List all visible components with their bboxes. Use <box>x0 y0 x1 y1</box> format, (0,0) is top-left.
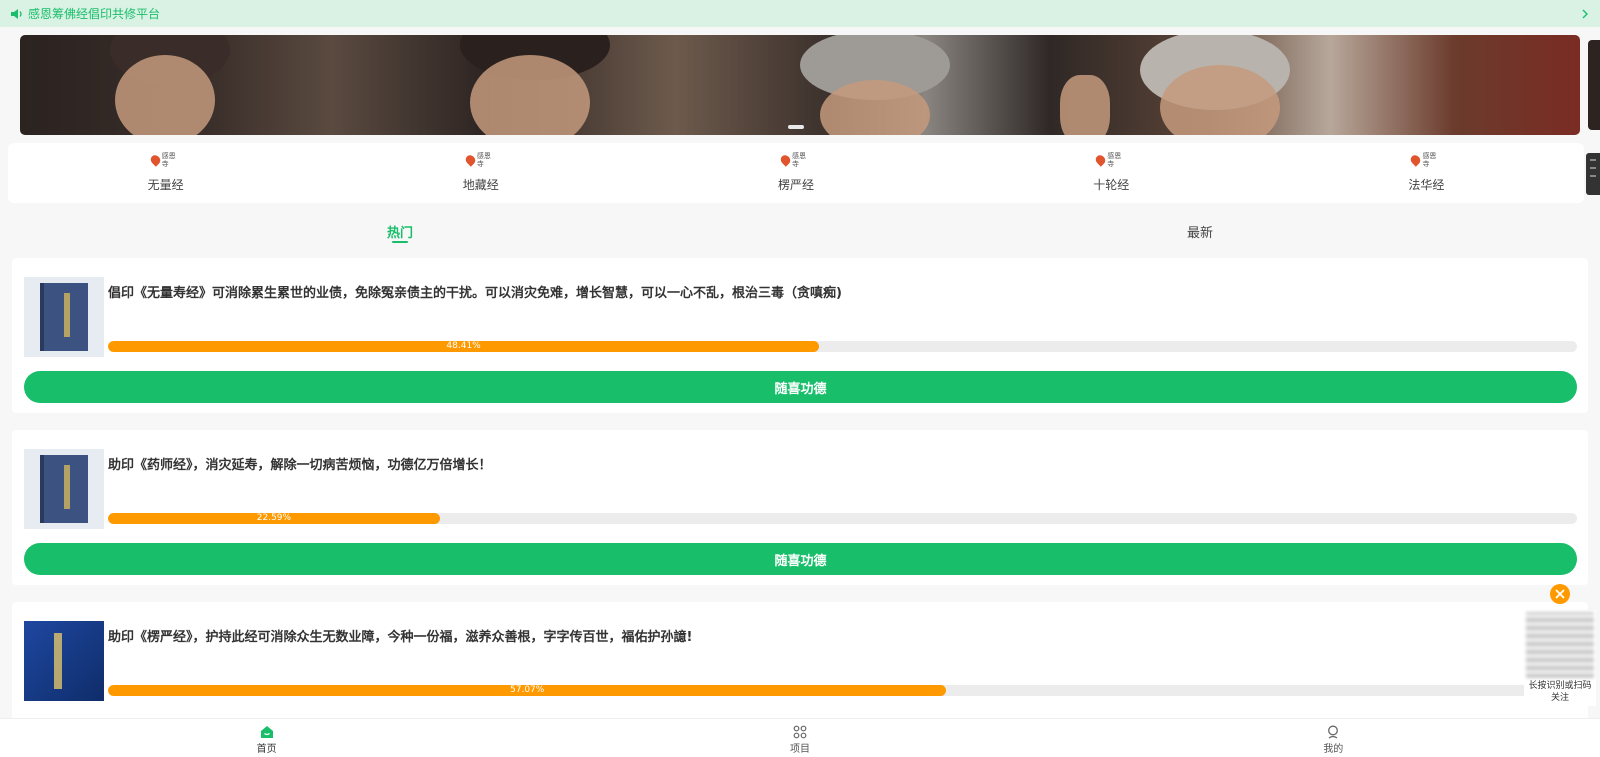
grid-icon <box>793 725 807 739</box>
category-item[interactable]: 感恩寺 楞严经 <box>638 143 953 203</box>
progress-label: 57.07% <box>510 685 545 695</box>
progress-bar: 57.07% <box>108 685 1577 696</box>
sutra-cover-image <box>24 449 104 529</box>
qr-caption-follow: 关注 <box>1550 693 1569 703</box>
banner-carousel[interactable] <box>20 35 1580 135</box>
category-item[interactable]: 感恩寺 无量经 <box>8 143 323 203</box>
sutra-cover-image <box>24 277 104 357</box>
category-item[interactable]: 感恩寺 十轮经 <box>954 143 1269 203</box>
close-icon[interactable] <box>1550 584 1570 604</box>
category-nav: 感恩寺 无量经 感恩寺 地藏经 感恩寺 楞严经 感恩寺 十轮经 感恩寺 法华经 <box>8 143 1584 203</box>
progress-bar: 48.41% <box>108 341 1577 352</box>
project-title: 倡印《无量寿经》可消除累生累世的业债，免除冤亲债主的干扰。可以消灾免难，增长智慧… <box>108 286 842 301</box>
tab-hot[interactable]: 热门 <box>0 215 800 251</box>
home-icon <box>260 726 273 738</box>
notice-text: 感恩筹佛经倡印共修平台 <box>28 7 161 21</box>
sutra-cover-image <box>24 621 104 701</box>
nav-home[interactable]: 首页 <box>0 719 533 757</box>
temple-logo-icon: 感恩寺 <box>463 152 496 168</box>
user-icon <box>1328 725 1339 739</box>
chevron-right-icon[interactable] <box>1580 8 1590 20</box>
category-label: 十轮经 <box>1093 178 1130 192</box>
project-card[interactable]: 倡印《无量寿经》可消除累生累世的业债，免除冤亲债主的干扰。可以消灾免难，增长智慧… <box>12 258 1588 413</box>
category-label: 无量经 <box>147 178 184 192</box>
qr-caption: 长按识别或扫码 <box>1528 681 1592 691</box>
category-label: 楞严经 <box>778 178 815 192</box>
progress-label: 48.41% <box>446 341 481 351</box>
temple-logo-icon: 感恩寺 <box>1093 152 1126 168</box>
category-item[interactable]: 感恩寺 法华经 <box>1269 143 1584 203</box>
temple-logo-icon: 感恩寺 <box>778 152 811 168</box>
nav-mine[interactable]: 我的 <box>1067 719 1600 757</box>
project-title: 助印《药师经》，消灾延寿，解除一切病苦烦恼，功德亿万倍增长！ <box>108 458 492 473</box>
project-title: 助印《楞严经》，护持此经可消除众生无数业障，今种一份福，滋养众善根，字字传百世，… <box>108 630 693 645</box>
temple-logo-icon: 感恩寺 <box>148 152 181 168</box>
qr-code-popup: 长按识别或扫码 关注 <box>1524 610 1596 706</box>
side-handle[interactable] <box>1586 153 1600 195</box>
bottom-nav: 首页 项目 我的 <box>0 718 1600 757</box>
temple-logo-icon: 感恩寺 <box>1409 152 1441 168</box>
carousel-indicator[interactable] <box>788 125 804 129</box>
nav-projects[interactable]: 项目 <box>533 719 1066 757</box>
progress-label: 22.59% <box>256 513 292 523</box>
category-item[interactable]: 感恩寺 地藏经 <box>323 143 638 203</box>
qr-code-image <box>1526 612 1594 678</box>
banner-next-peek <box>1588 40 1600 130</box>
donate-button[interactable]: 随喜功德 <box>24 371 1577 403</box>
category-label: 法华经 <box>1408 178 1445 192</box>
speaker-icon <box>11 8 22 19</box>
tab-latest[interactable]: 最新 <box>800 215 1600 251</box>
project-tabs: 热门 最新 <box>0 215 1600 251</box>
notice-bar[interactable]: 感恩筹佛经倡印共修平台 <box>0 0 1600 27</box>
progress-bar: 22.59% <box>108 513 1577 524</box>
project-card[interactable]: 助印《楞严经》，护持此经可消除众生无数业障，今种一份福，滋养众善根，字字传百世，… <box>12 602 1588 722</box>
project-card[interactable]: 助印《药师经》，消灾延寿，解除一切病苦烦恼，功德亿万倍增长！ 22.59% 随喜… <box>12 430 1588 585</box>
donate-button[interactable]: 随喜功德 <box>24 543 1577 575</box>
category-label: 地藏经 <box>462 178 499 192</box>
